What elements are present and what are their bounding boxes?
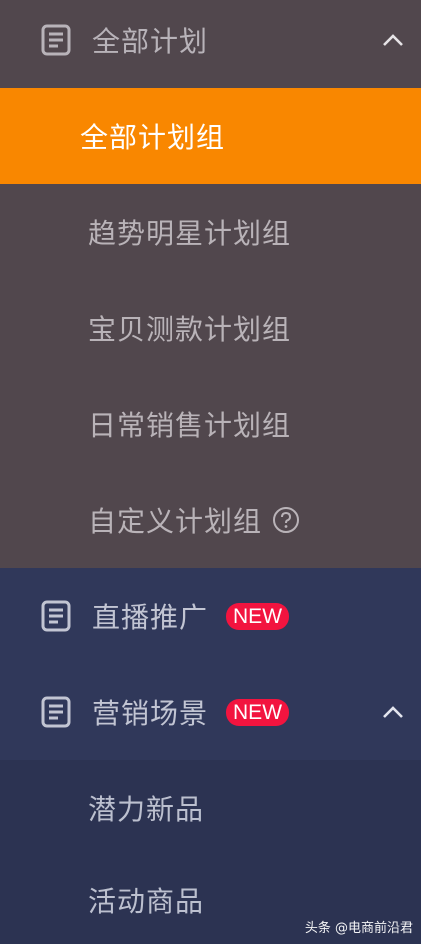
menu-section-label: 营销场景 bbox=[92, 697, 209, 730]
question-circle-icon[interactable] bbox=[272, 506, 300, 534]
menu-item-label: 活动商品 bbox=[88, 885, 205, 918]
chevron-up-icon[interactable] bbox=[381, 700, 405, 724]
menu-item-custom-plan-group[interactable]: 自定义计划组 bbox=[0, 472, 421, 568]
menu-item-all-plan-groups[interactable]: 全部计划组 bbox=[0, 88, 421, 184]
watermark: 头条 @电商前沿君 bbox=[304, 921, 413, 936]
document-icon bbox=[41, 696, 71, 728]
new-badge: NEW bbox=[226, 602, 290, 630]
menu-section-live-promotion[interactable]: 直播推广 NEW bbox=[0, 568, 421, 664]
menu-item-label: 趋势明星计划组 bbox=[88, 217, 292, 250]
chevron-up-icon[interactable] bbox=[381, 28, 405, 52]
menu-item-potential-new-products[interactable]: 潜力新品 bbox=[0, 760, 421, 856]
menu-section-label: 全部计划 bbox=[92, 25, 209, 58]
document-icon bbox=[41, 600, 71, 632]
menu-item-product-test-plan-group[interactable]: 宝贝测款计划组 bbox=[0, 280, 421, 376]
menu-item-daily-sales-plan-group[interactable]: 日常销售计划组 bbox=[0, 376, 421, 472]
document-icon bbox=[41, 24, 71, 56]
menu-section-all-plans[interactable]: 全部计划 bbox=[0, 0, 421, 88]
menu-item-trend-star-plan-group[interactable]: 趋势明星计划组 bbox=[0, 184, 421, 280]
menu-section-label: 直播推广 bbox=[92, 601, 209, 634]
menu-section-marketing-scenes[interactable]: 营销场景 NEW bbox=[0, 664, 421, 760]
menu-item-label: 潜力新品 bbox=[88, 793, 205, 826]
menu-item-label: 日常销售计划组 bbox=[88, 409, 292, 442]
menu-item-label: 全部计划组 bbox=[80, 121, 226, 154]
menu-item-label: 宝贝测款计划组 bbox=[88, 313, 292, 346]
new-badge: NEW bbox=[226, 698, 290, 726]
menu-item-label: 自定义计划组 bbox=[88, 505, 263, 538]
